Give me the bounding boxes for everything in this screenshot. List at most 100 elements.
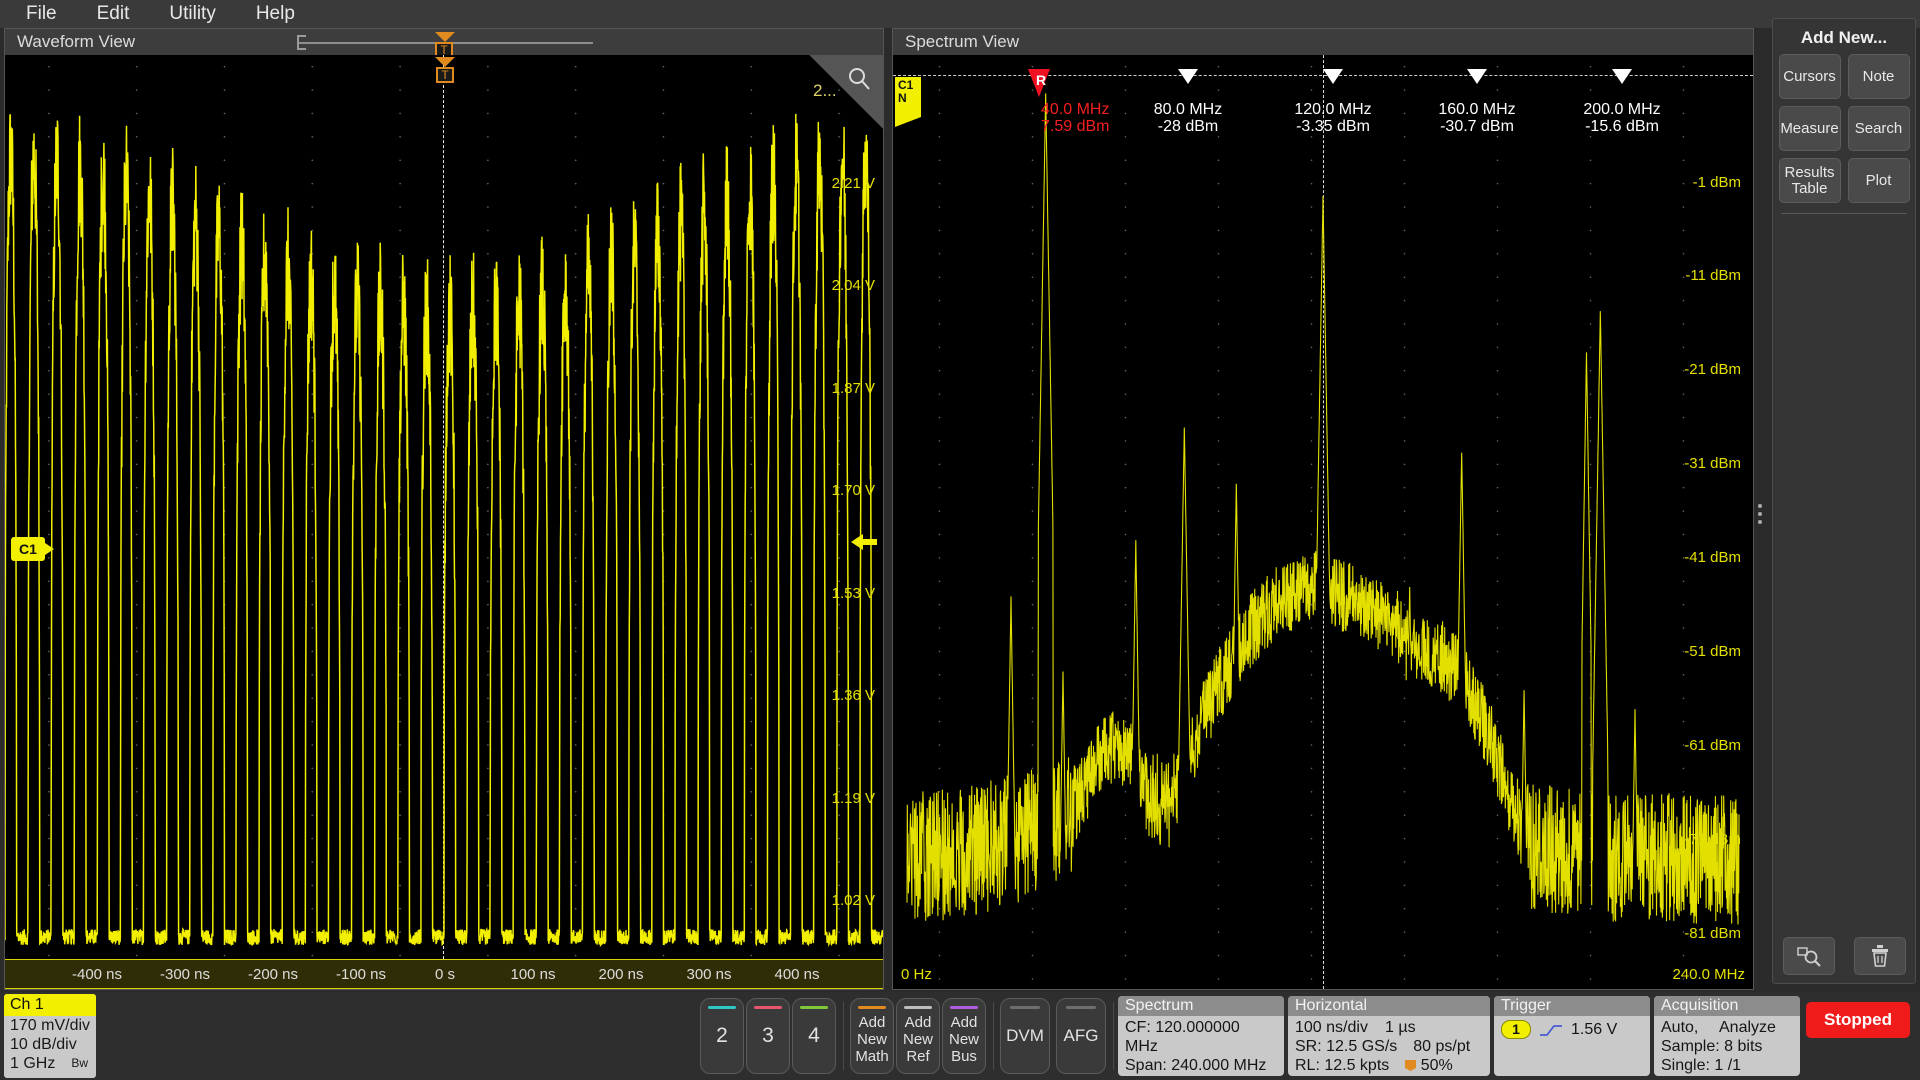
- time-label-1: -300 ns: [159, 965, 211, 983]
- trigger-status-title: Trigger: [1494, 996, 1650, 1016]
- waveform-view-title: Waveform View: [17, 32, 136, 51]
- sidebar-title: Add New...: [1800, 28, 1888, 47]
- channel-3-color-bar: [754, 1006, 782, 1009]
- marker-2-text: 120.0 MHz -3.35 dBm: [1294, 101, 1371, 135]
- zoom-search-icon[interactable]: [1782, 937, 1835, 975]
- add-new-sidebar: Add New... Cursors Note Measure Search R…: [1772, 18, 1916, 984]
- menu-utility[interactable]: Utility: [149, 0, 235, 28]
- channel-1-name: Ch 1: [4, 994, 96, 1016]
- add-cursors-button[interactable]: Cursors: [1778, 54, 1841, 99]
- divider: [993, 1002, 994, 1070]
- dbm-label-3: -31 dBm: [1684, 455, 1741, 472]
- spectrum-status-title: Spectrum: [1118, 996, 1284, 1016]
- channel-2-color-bar: [708, 1006, 736, 1009]
- channel-2-button[interactable]: 2: [700, 998, 744, 1074]
- trigger-position-icon: [1405, 1060, 1417, 1071]
- afg-top-bar: [1066, 1006, 1096, 1009]
- channel-1-badge[interactable]: Ch 1 170 mV/div 10 dB/div 1 GHz Bw: [4, 994, 96, 1078]
- time-label-3: -100 ns: [335, 965, 387, 983]
- time-label-0: -400 ns: [71, 965, 123, 983]
- trigger-source-badge[interactable]: 1: [1501, 1020, 1531, 1039]
- add-measure-button[interactable]: Measure: [1778, 106, 1841, 151]
- horizontal-record-duration: 1 µs: [1385, 1019, 1416, 1036]
- marker-0-power: 7.59 dBm: [1041, 118, 1110, 135]
- channel-1-waveform-handle[interactable]: C1: [11, 537, 54, 561]
- spectrum-view-panel[interactable]: Spectrum View C1 N R 40.0 MHz 7.59 dBm 8…: [892, 28, 1754, 990]
- time-label-7: 300 ns: [686, 965, 732, 983]
- horizontal-sample-rate: SR: 12.5 GS/s: [1295, 1038, 1398, 1055]
- add-search-button[interactable]: Search: [1847, 106, 1910, 151]
- spectrum-status-body: CF: 120.000000 MHz Span: 240.000 MHz RBW…: [1118, 1016, 1284, 1076]
- marker-4-text: 200.0 MHz -15.6 dBm: [1583, 101, 1660, 135]
- dvm-button[interactable]: DVM: [1000, 998, 1050, 1074]
- zoom-corner-control[interactable]: 2...: [809, 55, 883, 129]
- pan-left-bracket: [297, 35, 306, 50]
- divider: [843, 1002, 844, 1070]
- pan-scrollbar[interactable]: T: [297, 32, 593, 58]
- add-plot-button[interactable]: Plot: [1847, 158, 1910, 203]
- marker-0-text: 40.0 MHz 7.59 dBm: [1041, 101, 1109, 135]
- channel-4-button[interactable]: 4: [792, 998, 836, 1074]
- menu-bar: File Edit Utility Help: [0, 0, 1920, 28]
- pan-trigger-handle[interactable]: T: [435, 32, 455, 58]
- add-new-ref-label: Add New Ref: [902, 1013, 933, 1065]
- run-stop-status-badge[interactable]: Stopped: [1806, 1002, 1910, 1038]
- marker-letter-r: R: [1036, 72, 1047, 88]
- horizontal-status-box[interactable]: Horizontal 100 ns/div 1 µs SR: 12.5 GS/s…: [1288, 996, 1490, 1076]
- afg-button[interactable]: AFG: [1056, 998, 1106, 1074]
- menu-file[interactable]: File: [6, 0, 77, 28]
- rising-edge-icon: [1540, 1024, 1562, 1036]
- trigger-level-arrow-icon[interactable]: [851, 532, 877, 557]
- voltage-label-7: 1.02 V: [831, 892, 875, 909]
- trigger-status-box[interactable]: Trigger 1 1.56 V: [1494, 996, 1650, 1076]
- menu-edit[interactable]: Edit: [77, 0, 150, 28]
- acquisition-mode-row: Auto, Analyze: [1661, 1018, 1793, 1037]
- horizontal-row-1: SR: 12.5 GS/s 80 ps/pt: [1295, 1037, 1483, 1056]
- acquisition-status-body: Auto, Analyze Sample: 8 bits Single: 1 /…: [1654, 1016, 1800, 1075]
- spectrum-rbw: RBW: 240 kHz: [1125, 1075, 1277, 1076]
- add-new-bus-button[interactable]: Add New Bus: [942, 998, 986, 1074]
- acquisition-sample: Sample: 8 bits: [1661, 1038, 1763, 1055]
- bottom-status-bar: Ch 1 170 mV/div 10 dB/div 1 GHz Bw 2 3 4…: [0, 992, 1920, 1080]
- channel-4-color-bar: [800, 1006, 828, 1009]
- menu-help[interactable]: Help: [236, 0, 315, 28]
- waveform-view-title-bar: Waveform View T: [5, 29, 883, 58]
- channel-4-label: 4: [808, 1024, 820, 1047]
- panel-resize-grip[interactable]: [1758, 500, 1766, 530]
- afg-label: AFG: [1063, 1026, 1099, 1045]
- acquisition-mode: Auto,: [1661, 1019, 1699, 1036]
- dbm-label-5: -51 dBm: [1684, 643, 1741, 660]
- waveform-view-panel[interactable]: Waveform View T T C1 2.21 V 2.04 V 1.87 …: [4, 28, 884, 990]
- acquisition-analyze: Analyze: [1719, 1019, 1776, 1036]
- voltage-label-3: 1.70 V: [831, 482, 875, 499]
- acquisition-status-box[interactable]: Acquisition Auto, Analyze Sample: 8 bits…: [1654, 996, 1800, 1076]
- trash-glyph: [1871, 945, 1888, 967]
- horizontal-row-0: 100 ns/div 1 µs: [1295, 1018, 1483, 1037]
- voltage-label-0: 2.21 V: [831, 175, 875, 192]
- add-new-ref-button[interactable]: Add New Ref: [896, 998, 940, 1074]
- oscilloscope-app: File Edit Utility Help Waveform View T T…: [0, 0, 1920, 1080]
- waveform-graticule[interactable]: T C1 2.21 V 2.04 V 1.87 V 1.70 V 1.53 V …: [5, 55, 883, 989]
- marker-1-freq: 80.0 MHz: [1153, 101, 1223, 118]
- add-new-math-button[interactable]: Add New Math: [850, 998, 894, 1074]
- marker-triangle-icon: [1612, 69, 1632, 84]
- channel-1-vdiv: 170 mV/div: [10, 1017, 91, 1034]
- bus-color-bar: [950, 1006, 978, 1009]
- spectrum-graticule[interactable]: C1 N R 40.0 MHz 7.59 dBm 80.0 MHz -28 dB…: [893, 55, 1753, 989]
- spectrum-status-box[interactable]: Spectrum CF: 120.000000 MHz Span: 240.00…: [1118, 996, 1284, 1076]
- acquisition-single: Single: 1 /1: [1661, 1057, 1742, 1074]
- trash-icon[interactable]: [1853, 937, 1906, 975]
- marker-2-freq: 120.0 MHz: [1294, 101, 1372, 118]
- add-new-math-label: Add New Math: [855, 1013, 889, 1065]
- acquisition-status-title: Acquisition: [1654, 996, 1800, 1016]
- spectrum-trace: [906, 93, 1740, 925]
- marker-3-text: 160.0 MHz -30.7 dBm: [1438, 101, 1515, 135]
- channel-2-label: 2: [716, 1024, 728, 1047]
- add-note-button[interactable]: Note: [1847, 54, 1910, 99]
- channel-3-button[interactable]: 3: [746, 998, 790, 1074]
- marker-4-power: -15.6 dBm: [1585, 118, 1659, 135]
- horizontal-timebase: 100 ns/div: [1295, 1019, 1368, 1036]
- grip-dot: [1758, 520, 1762, 524]
- horizontal-trigger-position: 50%: [1405, 1056, 1453, 1075]
- add-results-table-button[interactable]: Results Table: [1778, 158, 1841, 203]
